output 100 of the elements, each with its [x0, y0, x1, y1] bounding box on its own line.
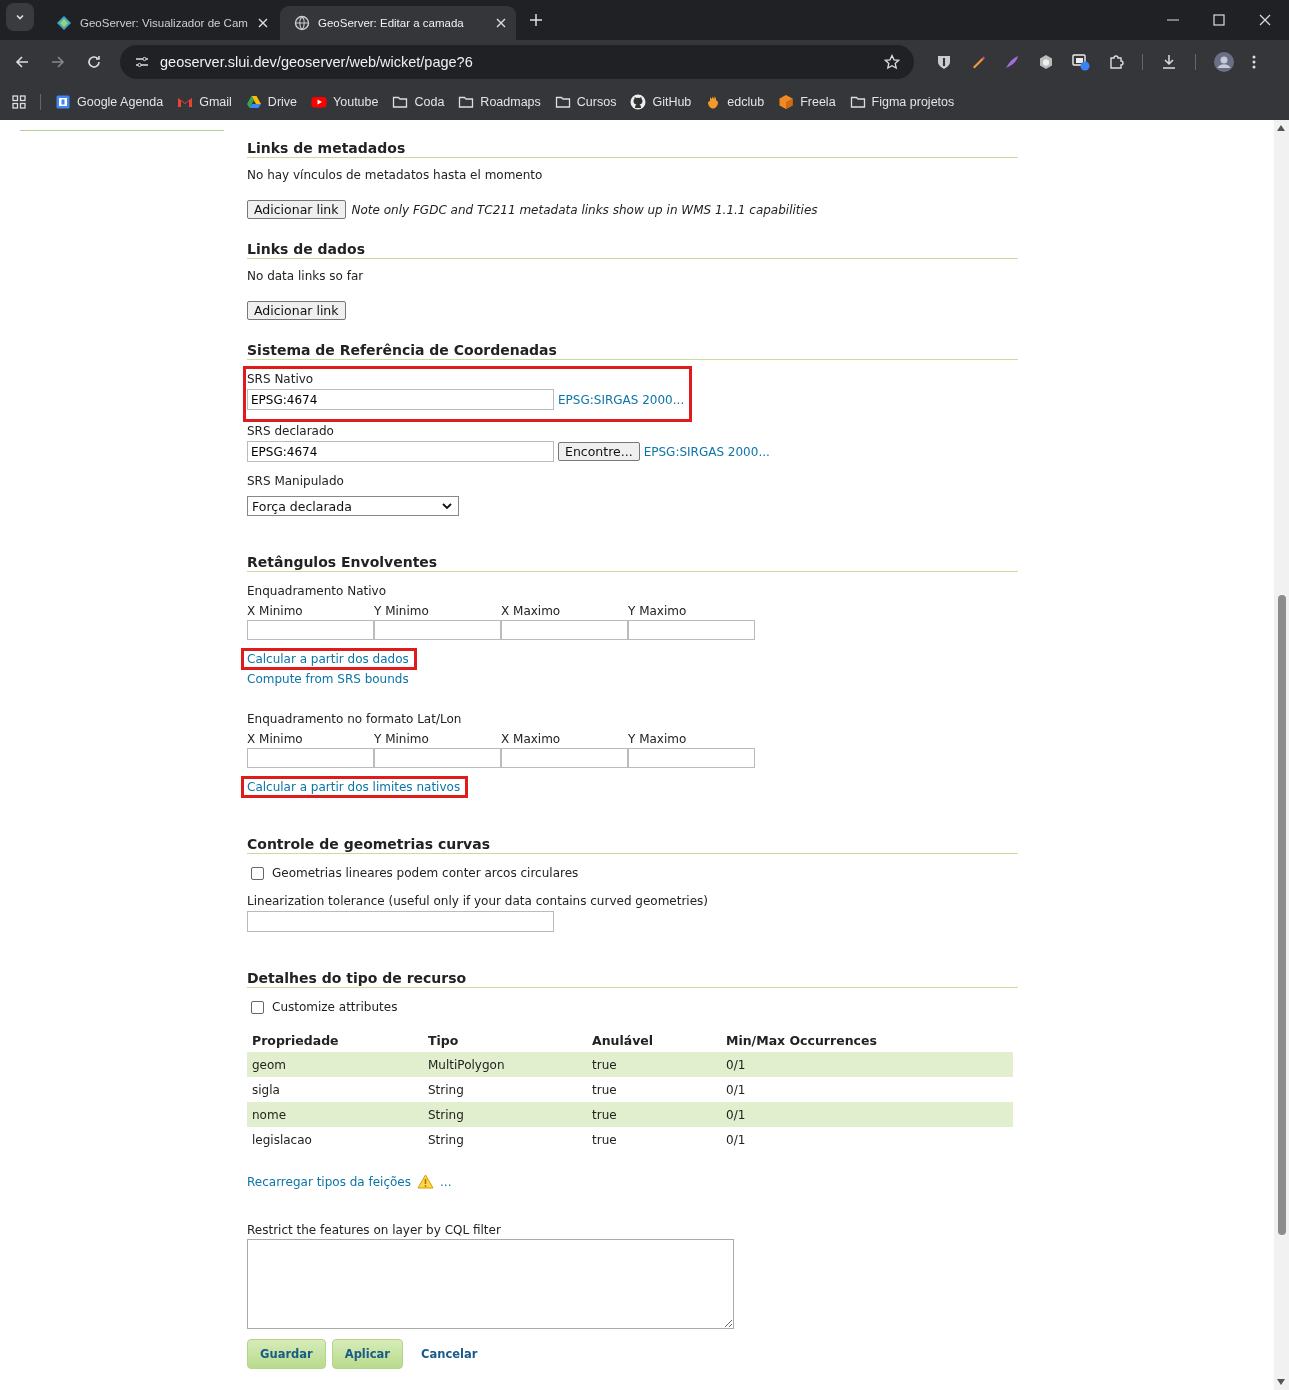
- coordinate-field[interactable]: [501, 620, 628, 640]
- tolerance-field[interactable]: [247, 911, 554, 932]
- field-label: X Minimo: [247, 604, 304, 618]
- section-heading: Retângulos Envolventes: [247, 554, 1018, 572]
- cat-icon: [630, 94, 647, 110]
- apps-icon[interactable]: [12, 95, 26, 109]
- compute-link[interactable]: Calcular a partir dos dados: [241, 648, 417, 670]
- window-badge-icon[interactable]: [1072, 53, 1090, 71]
- table-cell: geom: [247, 1052, 423, 1077]
- field-label: X Minimo: [247, 732, 304, 746]
- address-bar[interactable]: geoserver.slui.dev/geoserver/web/wicket/page?6: [120, 45, 914, 79]
- field-label: Restrict the features on layer by CQL filter: [247, 1223, 502, 1237]
- coordinate-field[interactable]: [374, 620, 501, 640]
- coordinate-field[interactable]: [374, 748, 501, 768]
- field-label: Enquadramento no formato Lat/Lon: [247, 712, 463, 726]
- chevron-down-icon: [442, 502, 452, 510]
- table-cell: true: [587, 1077, 721, 1102]
- native-srs-field[interactable]: EPSG:4674: [247, 389, 554, 410]
- shield-icon[interactable]: [936, 54, 952, 70]
- field-label: X Maximo: [501, 604, 562, 618]
- table-cell: String: [423, 1102, 587, 1127]
- compute-link[interactable]: Compute from SRS bounds: [247, 672, 409, 686]
- scroll-down-icon[interactable]: [1277, 1379, 1285, 1385]
- reload-link[interactable]: Recarregar tipos da feições: [247, 1174, 411, 1189]
- coordinate-field[interactable]: [628, 620, 755, 640]
- apply-button[interactable]: Aplicar: [331, 1339, 403, 1369]
- bookmark[interactable]: Drive: [245, 94, 298, 110]
- cql-filter-field[interactable]: [247, 1239, 734, 1329]
- save-button[interactable]: Guardar: [247, 1339, 326, 1369]
- compute-link[interactable]: Calcular a partir dos limites nativos: [241, 776, 469, 798]
- chevron-down-icon: [15, 12, 25, 22]
- table-cell: 0/1: [721, 1127, 1013, 1152]
- field-label: SRS Nativo: [247, 372, 315, 386]
- bookmark[interactable]: Coda: [392, 94, 445, 110]
- scrollbar[interactable]: [1274, 120, 1289, 1390]
- field-label: Y Maximo: [628, 732, 688, 746]
- more-link[interactable]: ...: [440, 1174, 452, 1189]
- play-icon: [311, 94, 328, 110]
- add-link-button[interactable]: Adicionar link: [247, 200, 346, 219]
- bookmark[interactable]: Roadmaps: [458, 94, 541, 110]
- column-header: Anulável: [587, 1028, 721, 1052]
- section-heading: Links de metadados: [247, 140, 1018, 158]
- field-label: SRS declarado: [247, 424, 335, 438]
- forward-icon[interactable]: [50, 54, 66, 70]
- table-cell: MultiPolygon: [423, 1052, 587, 1077]
- site-settings-icon[interactable]: [134, 54, 150, 70]
- section-heading: Detalhes do tipo de recurso: [247, 970, 1018, 988]
- bookmark[interactable]: Cursos: [554, 94, 617, 110]
- feather-icon[interactable]: [1004, 54, 1020, 70]
- coordinate-field[interactable]: [247, 620, 374, 640]
- section-heading: Links de dados: [247, 241, 1018, 259]
- tab-search-button[interactable]: [6, 3, 34, 31]
- bookmark[interactable]: Figma projetos: [849, 94, 955, 110]
- diamond-icon: [56, 15, 72, 31]
- coordinate-field[interactable]: [247, 748, 374, 768]
- back-icon[interactable]: [14, 54, 30, 70]
- table-cell: sigla: [247, 1077, 423, 1102]
- download-icon[interactable]: [1161, 54, 1177, 70]
- warning-icon: [417, 1174, 434, 1189]
- field-label: Y Maximo: [628, 604, 688, 618]
- checkbox[interactable]: [251, 1000, 264, 1014]
- browser-tab[interactable]: GeoServer: Visualizador de Cam: [42, 6, 278, 40]
- bookmark[interactable]: edclub: [705, 94, 765, 110]
- cube-icon: [778, 94, 795, 110]
- star-icon[interactable]: [884, 54, 900, 70]
- table-cell: 0/1: [721, 1077, 1013, 1102]
- srs-link[interactable]: EPSG:SIRGAS 2000...: [643, 444, 770, 459]
- avatar-icon[interactable]: [1214, 52, 1234, 72]
- scroll-up-icon[interactable]: [1277, 125, 1285, 131]
- hexagon-icon[interactable]: [1038, 54, 1054, 70]
- srs-link[interactable]: EPSG:SIRGAS 2000...: [558, 392, 685, 407]
- field-label: X Maximo: [501, 732, 562, 746]
- bookmark[interactable]: GitHub: [630, 94, 692, 110]
- folder-icon: [554, 94, 571, 110]
- bookmark[interactable]: Freela: [778, 94, 836, 110]
- reload-icon[interactable]: [86, 54, 102, 70]
- add-link-button[interactable]: Adicionar link: [247, 301, 346, 320]
- find-button[interactable]: Encontre...: [558, 442, 640, 461]
- table-cell: 0/1: [721, 1052, 1013, 1077]
- table-cell: nome: [247, 1102, 423, 1127]
- globe-icon: [294, 15, 310, 31]
- bookmark[interactable]: Gmail: [177, 94, 232, 110]
- new-tab-icon[interactable]: [530, 14, 542, 26]
- close-icon[interactable]: [1259, 14, 1271, 26]
- bookmark[interactable]: Google Agenda: [55, 94, 164, 110]
- srs-handling-dropdown[interactable]: Força declarada: [247, 496, 459, 516]
- puzzle-icon[interactable]: [1108, 54, 1124, 70]
- close-icon[interactable]: [496, 18, 506, 28]
- table-cell: String: [423, 1127, 587, 1152]
- browser-tab[interactable]: GeoServer: Editar a camada: [280, 6, 516, 40]
- coordinate-field[interactable]: [501, 748, 628, 768]
- maximize-icon[interactable]: [1213, 14, 1225, 26]
- checkbox[interactable]: [251, 866, 264, 880]
- close-icon[interactable]: [258, 18, 268, 28]
- menu-icon[interactable]: [1252, 55, 1256, 69]
- declared-srs-field[interactable]: EPSG:4674: [247, 441, 554, 462]
- bookmark[interactable]: Youtube: [311, 94, 379, 110]
- empty-message: No data links so far: [247, 269, 365, 283]
- coordinate-field[interactable]: [628, 748, 755, 768]
- cancel-link[interactable]: Cancelar: [421, 1347, 478, 1361]
